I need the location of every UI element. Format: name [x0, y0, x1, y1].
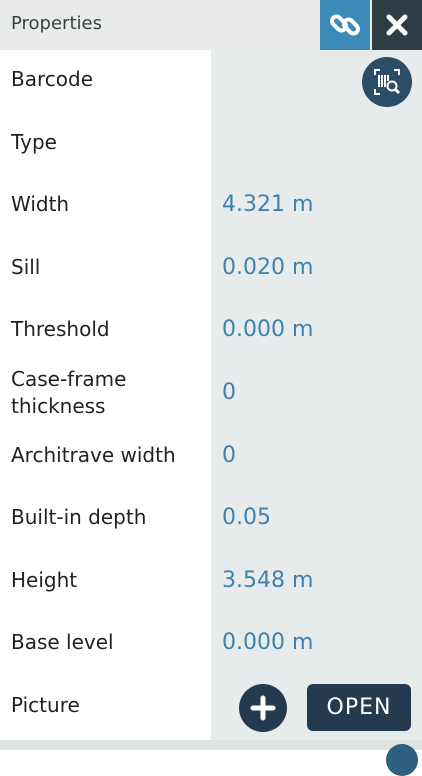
- property-label: Threshold: [11, 317, 110, 341]
- property-label: Architrave width: [11, 443, 176, 467]
- property-value[interactable]: 0.000 m: [222, 629, 313, 656]
- close-button[interactable]: [372, 0, 422, 50]
- link-icon: [330, 14, 360, 36]
- close-icon: [386, 14, 408, 36]
- bottom-action-button[interactable]: [386, 744, 418, 776]
- property-label: Height: [11, 568, 78, 592]
- plus-icon: [250, 695, 276, 721]
- property-label: Width: [11, 192, 70, 216]
- bottom-bar: [0, 740, 422, 750]
- property-value[interactable]: 0: [222, 442, 236, 469]
- property-value[interactable]: 0: [222, 379, 236, 406]
- property-label: Base level: [11, 630, 114, 654]
- property-value[interactable]: 0.020 m: [222, 254, 313, 281]
- open-picture-button[interactable]: OPEN: [307, 684, 411, 731]
- add-picture-button[interactable]: [239, 684, 287, 732]
- barcode-scan-button[interactable]: [362, 57, 412, 107]
- property-label: Sill: [11, 255, 41, 279]
- property-value[interactable]: 3.548 m: [222, 567, 313, 594]
- header-title: Properties: [11, 13, 102, 34]
- property-value[interactable]: 0.05: [222, 504, 271, 531]
- link-button[interactable]: [320, 0, 370, 50]
- property-value[interactable]: 4.321 m: [222, 191, 313, 218]
- properties-header: Properties: [0, 0, 422, 50]
- property-label: Picture: [11, 693, 80, 717]
- property-label: Built-in depth: [11, 505, 147, 529]
- property-label: Case-frame thickness: [11, 367, 127, 418]
- barcode-scan-icon: [374, 69, 401, 95]
- property-label: Barcode: [11, 67, 93, 91]
- property-value[interactable]: 0.000 m: [222, 316, 313, 343]
- property-label: Type: [11, 130, 57, 154]
